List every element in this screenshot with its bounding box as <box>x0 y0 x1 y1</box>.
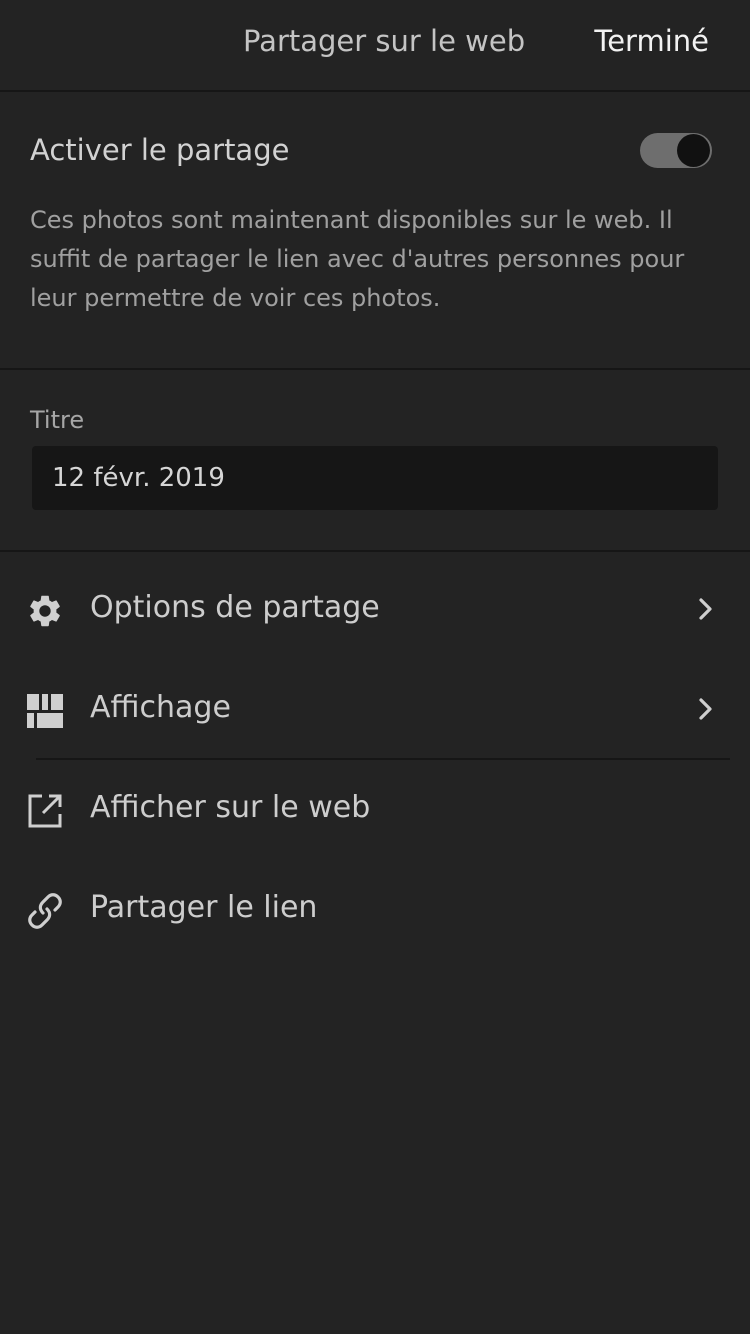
page-title: Partager sur le web <box>243 24 526 58</box>
chevron-right-icon <box>696 596 716 622</box>
menu-item-label: Afficher sur le web <box>90 790 371 825</box>
header: Partager sur le web Terminé <box>0 0 750 92</box>
menu-item-view-on-web[interactable]: Afficher sur le web <box>0 752 750 852</box>
title-section: Titre 12 févr. 2019 <box>0 370 750 552</box>
external-link-icon <box>26 792 64 830</box>
share-toggle[interactable] <box>640 133 712 168</box>
toggle-knob <box>677 134 710 167</box>
gear-icon <box>26 592 64 630</box>
link-icon <box>26 892 64 930</box>
menu-item-label: Options de partage <box>90 590 380 625</box>
layout-grid-icon <box>26 692 64 730</box>
title-label: Titre <box>30 406 85 434</box>
share-description: Ces photos sont maintenant disponibles s… <box>30 206 685 312</box>
title-input[interactable]: 12 févr. 2019 <box>32 446 718 510</box>
share-toggle-label: Activer le partage <box>30 133 290 167</box>
share-section: Activer le partage Ces photos sont maint… <box>0 92 750 370</box>
menu-item-sharing-options[interactable]: Options de partage <box>0 552 750 652</box>
menu-item-label: Affichage <box>90 690 231 725</box>
menu-item-label: Partager le lien <box>90 890 318 925</box>
menu-item-share-link[interactable]: Partager le lien <box>0 852 750 952</box>
chevron-right-icon <box>696 696 716 722</box>
menu-item-display[interactable]: Affichage <box>0 652 750 752</box>
done-button[interactable]: Terminé <box>594 24 709 58</box>
